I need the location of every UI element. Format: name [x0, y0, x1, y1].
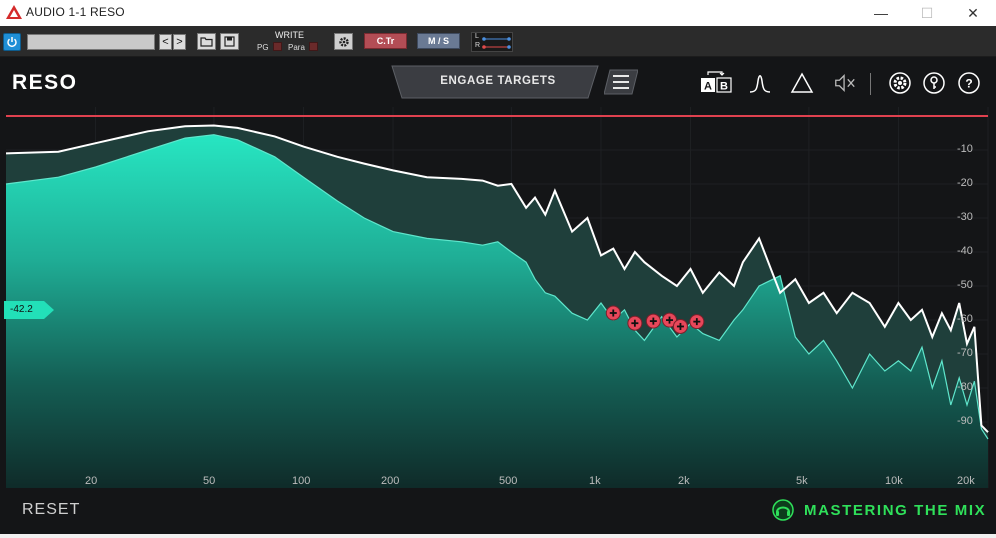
folder-icon — [200, 37, 213, 47]
ctr-button[interactable]: C.Tr — [364, 33, 407, 49]
spectrum-svg[interactable] — [0, 107, 996, 488]
x-label-20: 20 — [85, 475, 98, 487]
y-label-30: -30 — [957, 211, 973, 223]
help-icon[interactable]: ? — [957, 71, 981, 95]
mid-side-button[interactable]: M / S — [417, 33, 460, 49]
x-label-20k: 20k — [957, 475, 975, 487]
bottom-strip — [0, 534, 996, 538]
x-label-50: 50 — [203, 475, 216, 487]
gear-icon — [338, 36, 349, 47]
plugin-logo: RESO — [12, 71, 78, 94]
routing-icon — [482, 37, 511, 49]
window-title: AUDIO 1-1 RESO — [26, 5, 125, 19]
engage-targets-label: ENGAGE TARGETS — [440, 75, 556, 87]
x-label-200: 200 — [381, 475, 400, 487]
power-icon — [7, 37, 17, 48]
minimize-button[interactable]: — — [858, 0, 904, 26]
pg-label: PG — [257, 43, 269, 52]
y-label-60: -60 — [957, 313, 973, 325]
resonance-marker[interactable] — [605, 305, 621, 321]
y-label-10: -10 — [957, 143, 973, 155]
resonance-marker[interactable] — [689, 314, 705, 330]
x-label-5k: 5k — [796, 475, 808, 487]
reset-button[interactable]: RESET — [22, 501, 80, 519]
y-label-90: -90 — [957, 415, 973, 427]
resonance-marker[interactable] — [672, 318, 688, 334]
resonance-marker[interactable] — [645, 313, 661, 329]
plugin-window: RESO ENGAGE TARGETS A B ? -10 -20 -30 -4… — [0, 57, 996, 538]
triangle-icon[interactable] — [790, 71, 814, 95]
x-label-1k: 1k — [589, 475, 601, 487]
peak-filter-icon[interactable] — [748, 71, 772, 95]
window-titlebar: AUDIO 1-1 RESO — ☐ ✕ — [0, 0, 996, 26]
y-label-80: -80 — [957, 381, 973, 393]
x-label-2k: 2k — [678, 475, 690, 487]
header-separator — [870, 73, 871, 95]
key-icon[interactable] — [922, 71, 946, 95]
channel-routing[interactable]: L R — [471, 32, 513, 52]
next-preset-button[interactable]: > — [173, 34, 186, 50]
prev-preset-button[interactable]: < — [159, 34, 172, 50]
y-label-70: -70 — [957, 347, 973, 359]
write-label: WRITE — [275, 30, 304, 40]
close-button[interactable]: ✕ — [950, 0, 996, 26]
gear-icon[interactable] — [888, 71, 912, 95]
para-toggle[interactable] — [309, 42, 318, 51]
ab-compare-icon[interactable]: A B — [700, 69, 732, 95]
threshold-value: -42.2 — [10, 304, 33, 315]
svg-text:?: ? — [965, 77, 972, 91]
pg-toggle[interactable] — [273, 42, 282, 51]
open-preset-button[interactable] — [197, 33, 216, 50]
preset-field[interactable] — [27, 34, 155, 50]
resonance-marker[interactable] — [627, 315, 643, 331]
plugin-footer: RESET MASTERING THE MIX — [0, 491, 996, 538]
para-label: Para — [288, 43, 305, 52]
x-label-500: 500 — [499, 475, 518, 487]
y-label-40: -40 — [957, 245, 973, 257]
save-icon — [224, 36, 235, 47]
save-preset-button[interactable] — [220, 33, 239, 50]
host-settings-button[interactable] — [334, 33, 353, 50]
menu-button[interactable] — [604, 69, 638, 95]
mastering-the-mix-logo-icon — [772, 499, 794, 521]
svg-text:B: B — [720, 81, 728, 93]
power-button[interactable] — [3, 33, 21, 51]
plugin-header: RESO ENGAGE TARGETS A B ? — [0, 57, 996, 107]
host-toolbar: < > WRITE PG Para C.Tr M / S L R — [0, 26, 996, 57]
y-label-50: -50 — [957, 279, 973, 291]
right-channel-label: R — [475, 42, 481, 49]
speaker-mute-icon[interactable] — [833, 71, 857, 95]
x-label-10k: 10k — [885, 475, 903, 487]
left-channel-label: L — [475, 33, 479, 40]
svg-text:A: A — [704, 81, 712, 93]
maximize-button[interactable]: ☐ — [904, 0, 950, 26]
spectrum-graph[interactable]: -10 -20 -30 -40 -50 -60 -70 -80 -90 20 5… — [0, 107, 996, 538]
app-logo-icon — [6, 5, 22, 19]
y-label-20: -20 — [957, 177, 973, 189]
brand-text: MASTERING THE MIX — [804, 502, 987, 519]
x-label-100: 100 — [292, 475, 311, 487]
